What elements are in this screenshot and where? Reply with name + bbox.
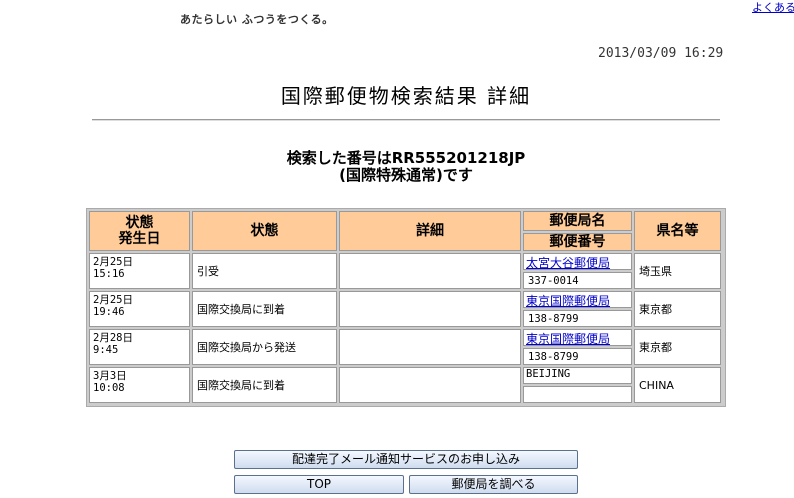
- search-type-text: (国際特殊通常)です: [339, 166, 473, 184]
- header-date: 状態 発生日: [89, 211, 190, 251]
- row-date: 2月28日: [93, 332, 133, 344]
- row-status: 国際交換局に到着: [192, 367, 337, 403]
- divider: [92, 119, 720, 121]
- row-prefecture: 埼玉県: [634, 253, 721, 289]
- header-postal-code: 郵便番号: [523, 233, 632, 251]
- header-office-name: 郵便局名: [523, 211, 632, 231]
- datetime: 2013/03/09 16:29: [598, 46, 724, 61]
- row-postal: 337-0014: [523, 272, 632, 289]
- tagline: あたらしい ふつうをつくる。: [180, 13, 334, 26]
- row-detail: [339, 291, 521, 327]
- header-date-line2: 発生日: [118, 231, 161, 247]
- row-office-link[interactable]: 東京国際郵便局: [523, 291, 632, 308]
- row-time: 19:46: [93, 306, 125, 318]
- header-detail: 詳細: [339, 211, 521, 251]
- row-date: 2月25日: [93, 256, 133, 268]
- top-button[interactable]: TOP: [234, 475, 404, 494]
- row-postal: [523, 386, 632, 403]
- row-date: 2月25日: [93, 294, 133, 306]
- find-office-button[interactable]: 郵便局を調べる: [409, 475, 578, 494]
- row-office: BEIJING: [523, 367, 632, 384]
- tracking-table: 状態 発生日 状態 詳細 郵便局名 郵便番号 県名等 2月25日 15:16 引…: [86, 208, 726, 407]
- header-date-line1: 状態: [125, 215, 154, 231]
- row-detail: [339, 329, 521, 365]
- row-detail: [339, 253, 521, 289]
- row-prefecture: 東京都: [634, 291, 721, 327]
- row-time: 15:16: [93, 268, 125, 280]
- row-status: 国際交換局に到着: [192, 291, 337, 327]
- search-number-text: 検索した番号はRR555201218JP: [286, 149, 526, 167]
- header-prefecture: 県名等: [634, 211, 721, 251]
- row-postal: 138-8799: [523, 310, 632, 327]
- row-date-cell: 2月28日 9:45: [89, 329, 190, 365]
- row-detail: [339, 367, 521, 403]
- row-prefecture: 東京都: [634, 329, 721, 365]
- row-office-link[interactable]: 太宮大谷郵便局: [523, 253, 632, 270]
- row-date-cell: 3月3日 10:08: [89, 367, 190, 403]
- row-postal: 138-8799: [523, 348, 632, 365]
- row-status: 国際交換局から発送: [192, 329, 337, 365]
- header-status: 状態: [192, 211, 337, 251]
- row-date-cell: 2月25日 19:46: [89, 291, 190, 327]
- row-time: 10:08: [93, 382, 125, 394]
- row-date-cell: 2月25日 15:16: [89, 253, 190, 289]
- row-date: 3月3日: [93, 370, 127, 382]
- row-prefecture: CHINA: [634, 367, 721, 403]
- row-status: 引受: [192, 253, 337, 289]
- mail-notify-button[interactable]: 配達完了メール通知サービスのお申し込み: [234, 450, 578, 469]
- faq-link[interactable]: よくある: [752, 0, 794, 15]
- row-time: 9:45: [93, 344, 119, 356]
- row-office-link[interactable]: 東京国際郵便局: [523, 329, 632, 346]
- page-title: 国際郵便物検索結果 詳細: [280, 84, 532, 108]
